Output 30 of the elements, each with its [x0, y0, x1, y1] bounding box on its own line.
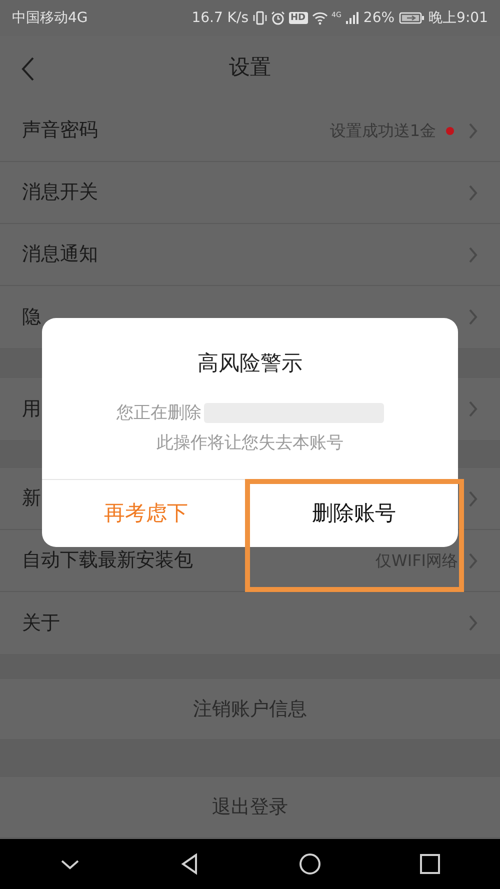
chevron-icon	[468, 552, 478, 570]
alarm-icon	[270, 11, 285, 25]
chevron-icon	[468, 246, 478, 264]
hd-badge: HD	[288, 12, 308, 24]
wifi-icon	[312, 11, 328, 25]
battery-charging-icon	[398, 11, 425, 25]
action-button[interactable]: 退出登录	[0, 777, 500, 837]
dialog-message: 此操作将让您失去本账号	[156, 432, 344, 454]
signal-icon	[345, 11, 360, 25]
recents-icon[interactable]	[419, 853, 441, 875]
settings-row[interactable]: 关于	[0, 592, 500, 654]
settings-row[interactable]: 消息开关	[0, 162, 500, 224]
home-icon[interactable]	[299, 853, 321, 875]
page-title: 设置	[229, 54, 271, 82]
chevron-icon	[468, 184, 478, 202]
back-icon	[21, 56, 35, 82]
chevron-icon	[468, 614, 478, 632]
vibrate-icon	[252, 11, 267, 25]
clock-time: 晚上9:01	[428, 8, 488, 28]
battery-percent: 26%	[363, 8, 395, 28]
carrier-name: 中国移动4G	[12, 8, 88, 28]
chevron-icon	[468, 308, 478, 326]
dialog-message: 您正在删除	[116, 402, 202, 424]
network-speed: 16.7 K/s	[192, 8, 249, 28]
chevron-icon	[468, 400, 478, 418]
dialog-title: 高风险警示	[198, 350, 302, 377]
settings-row[interactable]: 消息通知	[0, 224, 500, 286]
action-button[interactable]: 注销账户信息	[0, 679, 500, 739]
chevron-icon	[468, 122, 478, 140]
chevron-icon	[468, 490, 478, 508]
